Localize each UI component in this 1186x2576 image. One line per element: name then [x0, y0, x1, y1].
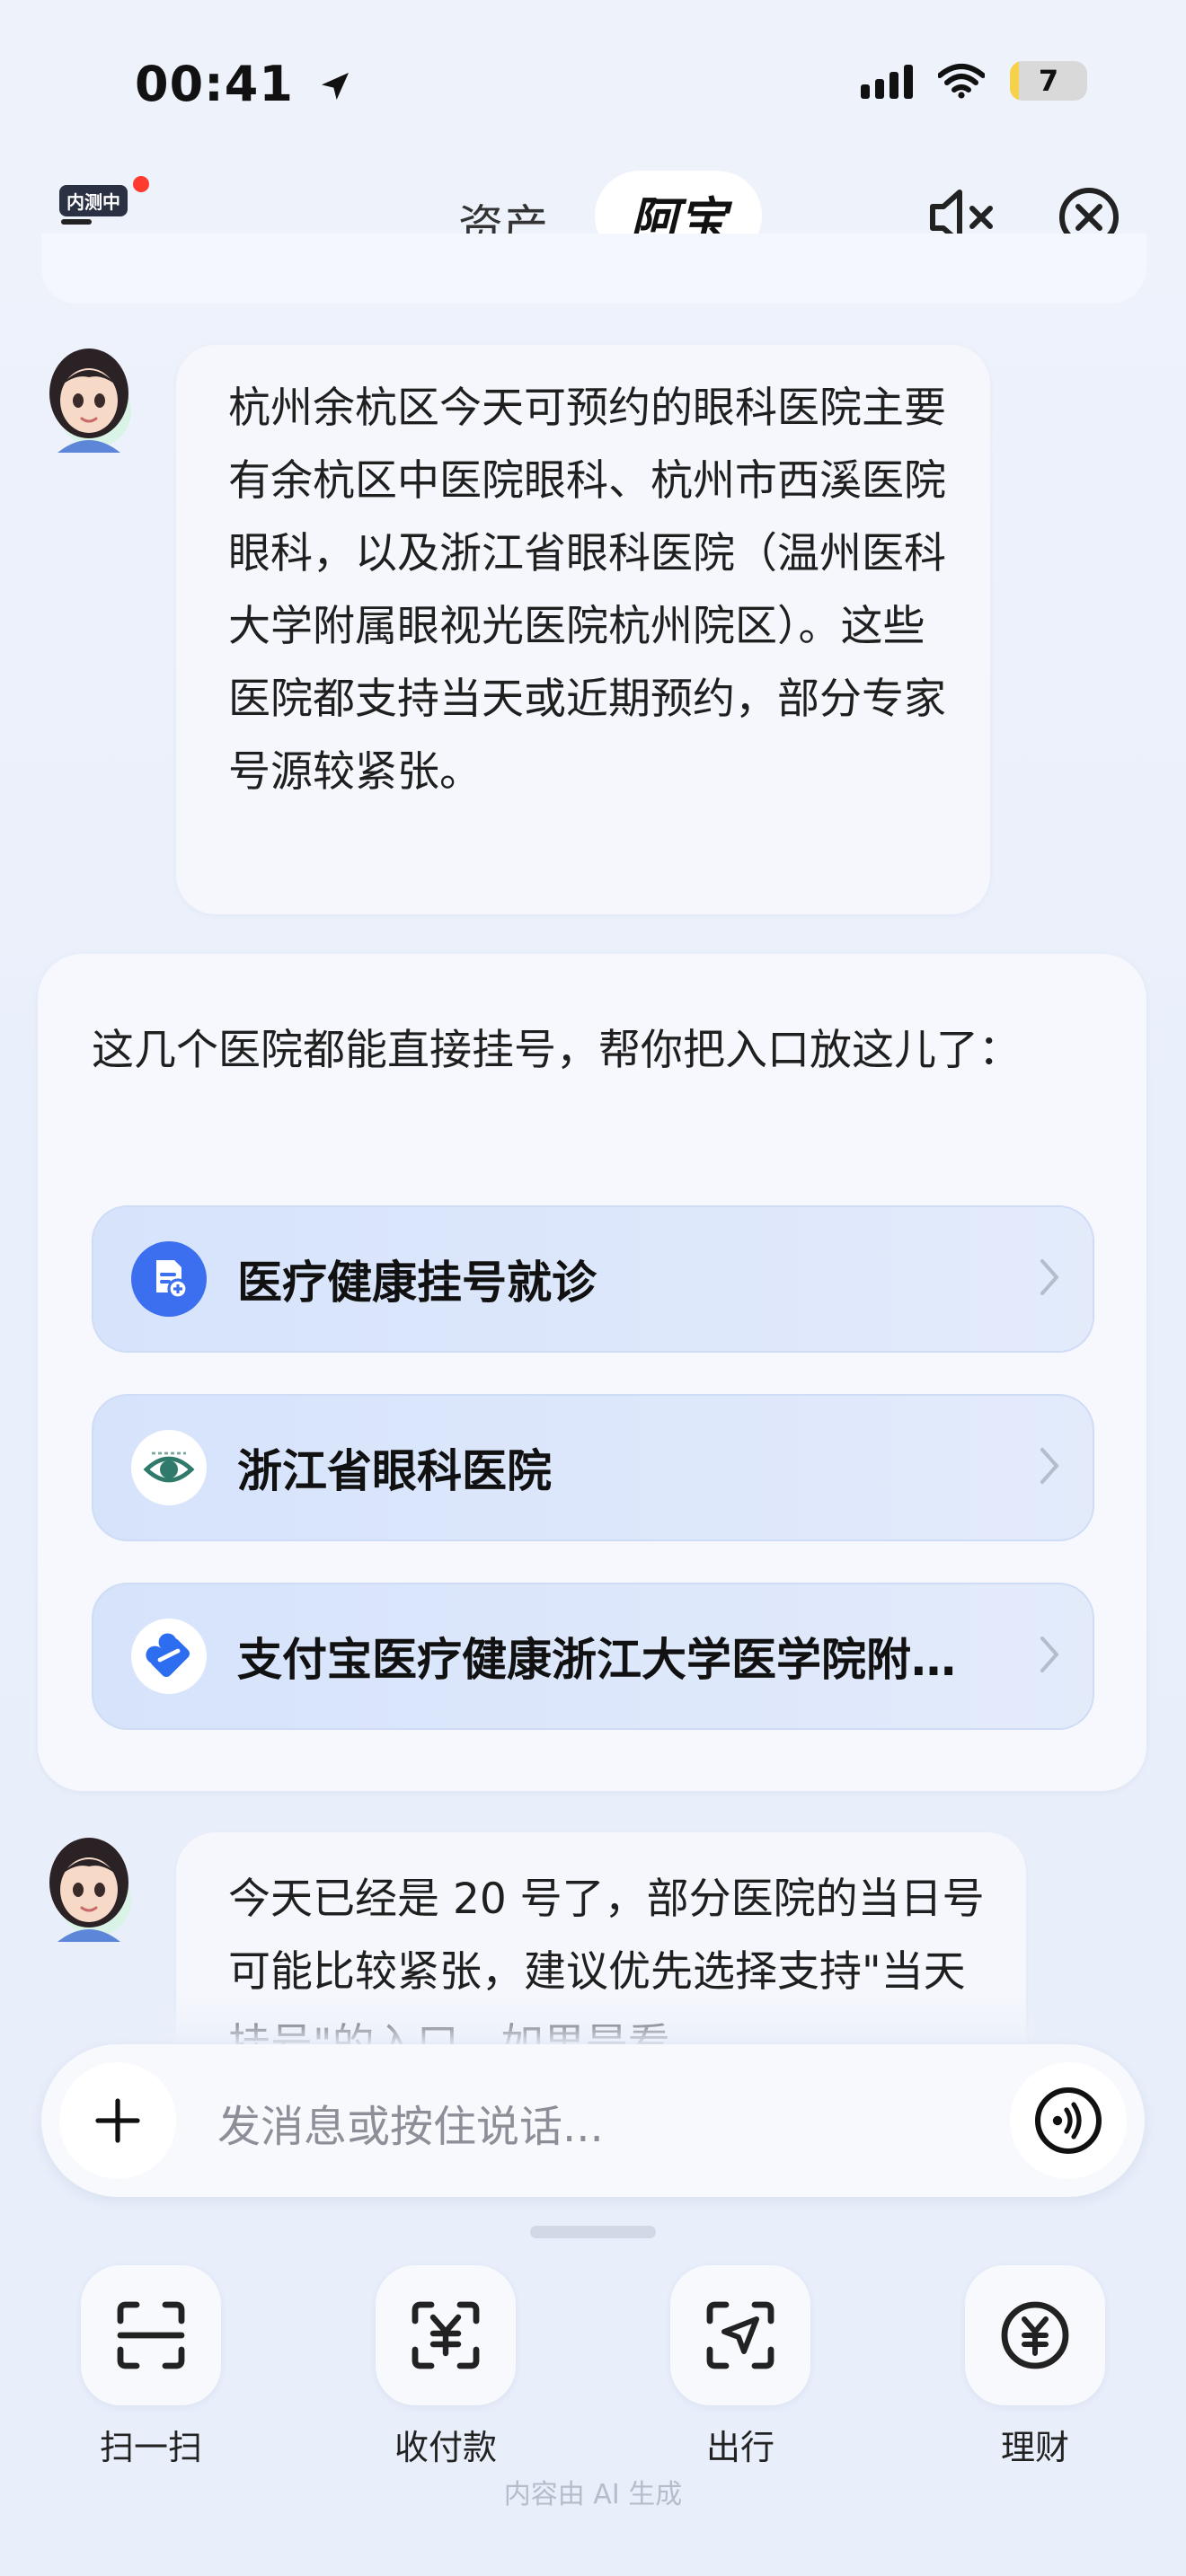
cellular-signal-icon — [861, 63, 913, 99]
payment-icon — [376, 2265, 516, 2405]
plus-icon — [95, 2098, 140, 2143]
battery-indicator: 7 — [1010, 61, 1087, 101]
wifi-icon — [938, 64, 985, 99]
link-label: 浙江省眼科医院 — [237, 1445, 552, 1497]
scroll-fade — [171, 1994, 1033, 2048]
status-indicators: 7 — [861, 61, 1087, 101]
link-label: 医疗健康挂号就诊 — [237, 1257, 597, 1309]
finance-icon — [965, 2265, 1105, 2405]
location-arrow-icon — [321, 73, 349, 100]
medical-doc-icon — [131, 1241, 207, 1317]
notification-dot — [133, 176, 149, 192]
chevron-right-icon — [1040, 1636, 1059, 1672]
assistant-avatar — [40, 341, 138, 453]
link-label: 支付宝医疗健康浙江大学医学院附… — [237, 1634, 956, 1686]
assistant-avatar — [40, 1831, 138, 1942]
message-input-placeholder[interactable]: 发消息或按住说话... — [217, 2091, 604, 2154]
dock-scan[interactable]: 扫一扫 — [79, 2265, 223, 2469]
add-button[interactable] — [59, 2062, 176, 2179]
dock-label: 收付款 — [394, 2428, 497, 2467]
beta-badge: 内测中 — [59, 185, 128, 216]
link-zhejiang-eye-hospital[interactable]: 浙江省眼科医院 — [92, 1394, 1094, 1541]
link-alipay-health-zju[interactable]: 支付宝医疗健康浙江大学医学院附… — [92, 1583, 1094, 1730]
assistant-message: 杭州余杭区今天可预约的眼科医院主要有余杭区中医院眼科、杭州市西溪医院眼科，以及浙… — [176, 345, 990, 914]
scan-icon — [81, 2265, 221, 2405]
voice-wave-icon — [1035, 2087, 1102, 2154]
alipay-health-heart-icon — [131, 1619, 207, 1694]
dock-travel[interactable]: 出行 — [668, 2265, 812, 2469]
card-intro-text: 这几个医院都能直接挂号，帮你把入口放这儿了： — [92, 1026, 1021, 1075]
voice-button[interactable] — [1010, 2062, 1127, 2179]
dock-label: 理财 — [1000, 2428, 1069, 2467]
hospital-links-card: 这几个医院都能直接挂号，帮你把入口放这儿了： 医疗健康挂号就诊 浙江省眼科医院 — [38, 954, 1146, 1791]
travel-icon — [670, 2265, 810, 2405]
dock-label: 扫一扫 — [99, 2428, 202, 2467]
drawer-handle[interactable] — [530, 2226, 656, 2238]
previous-card-edge — [41, 234, 1146, 304]
chevron-right-icon — [1040, 1259, 1059, 1295]
link-medical-registration[interactable]: 医疗健康挂号就诊 — [92, 1205, 1094, 1353]
dock-label: 出行 — [705, 2428, 774, 2467]
message-text: 杭州余杭区今天可预约的眼科医院主要有余杭区中医院眼科、杭州市西溪医院眼科，以及浙… — [228, 384, 946, 797]
battery-level: 7 — [1038, 64, 1059, 98]
dock-payment[interactable]: 收付款 — [374, 2265, 518, 2469]
message-input-bar[interactable]: 发消息或按住说话... — [41, 2044, 1145, 2197]
status-time: 00:41 — [135, 56, 353, 112]
ai-generated-note: 内容由 AI 生成 — [503, 2479, 683, 2510]
dock-finance[interactable]: 理财 — [963, 2265, 1107, 2469]
eye-hospital-logo-icon — [131, 1430, 207, 1505]
chevron-right-icon — [1040, 1448, 1059, 1484]
